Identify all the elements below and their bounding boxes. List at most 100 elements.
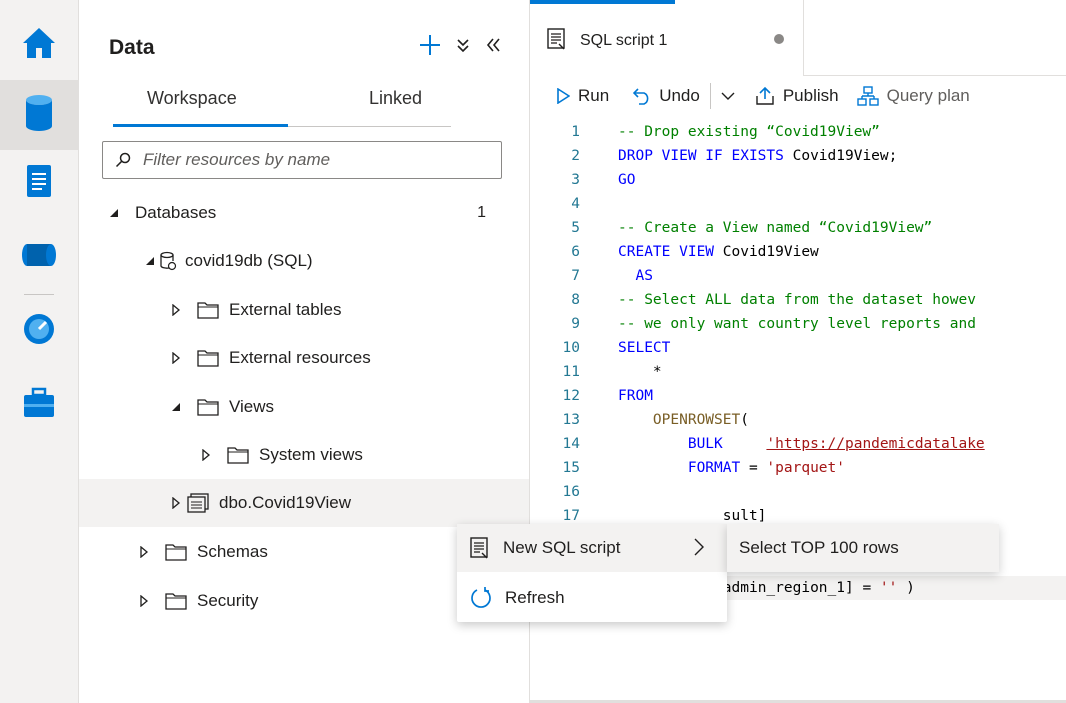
line-number: 17 (562, 508, 580, 524)
rail-data[interactable] (0, 80, 78, 150)
folder-icon (197, 398, 219, 416)
sql-database-icon (159, 251, 177, 271)
home-icon (20, 25, 58, 66)
code-comment: -- Drop existing “Covid19View” (618, 124, 880, 140)
database-icon (24, 93, 54, 138)
context-menu: New SQL script Refresh (457, 524, 727, 622)
tree-item-external-resources[interactable]: External resources (79, 334, 529, 382)
tab-sql-script-1[interactable]: SQL script 1 (530, 0, 804, 76)
rail-manage[interactable] (0, 370, 78, 440)
line-number: 10 (562, 340, 580, 356)
line-number: 14 (562, 436, 580, 452)
line-number: 1 (571, 124, 580, 140)
menu-item-select-top-100[interactable]: Select TOP 100 rows (739, 538, 899, 558)
line-number: 8 (571, 292, 580, 308)
folder-icon (165, 592, 187, 610)
line-number: 7 (571, 268, 580, 284)
undo-icon (633, 87, 651, 105)
rail-monitor[interactable] (0, 296, 78, 366)
activity-rail (0, 0, 79, 703)
sql-script-icon (469, 537, 491, 559)
rail-integrate[interactable] (0, 222, 78, 292)
expand-all-icon[interactable] (455, 37, 471, 58)
folder-icon (197, 349, 219, 367)
tree-item-databases[interactable]: Databases 1 (79, 189, 529, 237)
collapse-panel-icon[interactable] (485, 37, 501, 58)
folder-icon (197, 301, 219, 319)
folder-icon (227, 446, 249, 464)
caret-right-icon (199, 449, 213, 461)
code-line: 16 (530, 480, 1066, 504)
line-number: 4 (571, 196, 580, 212)
code-line: 12 FROM (530, 384, 1066, 408)
view-icon (187, 493, 209, 513)
tree-label: Schemas (197, 542, 268, 561)
menu-item-label: Refresh (505, 588, 565, 607)
tree-item-system-views[interactable]: System views (79, 431, 529, 479)
query-plan-label: Query plan (886, 86, 970, 105)
play-icon (556, 88, 570, 104)
rail-develop[interactable] (0, 148, 78, 218)
caret-right-icon (169, 497, 183, 509)
caret-right-icon (137, 546, 151, 558)
tree-label: covid19db (SQL) (185, 251, 313, 270)
panel-tabs: Workspace Linked (113, 88, 451, 128)
publish-label: Publish (782, 86, 839, 105)
editor-toolbar: Run Undo Publish Query plan (530, 76, 1066, 116)
menu-item-refresh[interactable]: Refresh (457, 574, 727, 622)
line-number: 13 (562, 412, 580, 428)
caret-right-icon (169, 352, 183, 364)
tree-label: External resources (229, 348, 371, 367)
undo-button[interactable]: Undo (633, 86, 700, 106)
code-line: 3 GO (530, 168, 1066, 192)
menu-item-label: New SQL script (503, 538, 621, 557)
document-icon (26, 164, 52, 203)
caret-right-icon (169, 304, 183, 316)
caret-down-icon (143, 256, 157, 266)
rail-home[interactable] (0, 10, 78, 80)
tab-selected-indicator (113, 124, 288, 127)
chevron-down-icon[interactable] (721, 91, 735, 101)
query-plan-button[interactable]: Query plan (856, 86, 970, 106)
run-button[interactable]: Run (556, 86, 609, 106)
doc-tab-title: SQL script 1 (580, 32, 668, 49)
tab-workspace[interactable]: Workspace (147, 88, 237, 109)
tree-label: System views (259, 445, 363, 464)
code-line: 4 (530, 192, 1066, 216)
code-line: 9 -- we only want country level reports a… (530, 312, 1066, 336)
unsaved-dot-icon (774, 34, 784, 44)
filter-input[interactable] (141, 149, 475, 171)
undo-label: Undo (659, 86, 700, 105)
filter-box[interactable] (102, 141, 502, 179)
code-line: 6 CREATE VIEW Covid19View (530, 240, 1066, 264)
tree-label: Views (229, 397, 275, 416)
panel-title: Data (109, 36, 155, 59)
caret-right-icon (137, 595, 151, 607)
code-line: 10 SELECT (530, 336, 1066, 360)
tree-item-covid19db[interactable]: covid19db (SQL) (79, 237, 529, 285)
code-line: 11 * (530, 360, 1066, 384)
code-line: 13 OPENROWSET( (530, 408, 1066, 432)
query-plan-icon (856, 86, 879, 106)
code-line: 1 -- Drop existing “Covid19View” (530, 120, 1066, 144)
line-number: 12 (562, 388, 580, 404)
pipeline-icon (21, 242, 57, 273)
tree-item-views[interactable]: Views (79, 383, 529, 431)
line-number: 3 (571, 172, 580, 188)
panel-actions (419, 34, 501, 61)
tree-label: Security (197, 591, 259, 610)
publish-button[interactable]: Publish (755, 86, 839, 106)
chevron-right-icon (693, 538, 705, 561)
caret-down-icon (107, 208, 121, 218)
tree-item-external-tables[interactable]: External tables (79, 286, 529, 334)
add-icon[interactable] (419, 34, 441, 61)
publish-icon (755, 86, 775, 106)
line-number: 2 (571, 148, 580, 164)
tab-linked[interactable]: Linked (369, 88, 422, 109)
submenu: Select TOP 100 rows (727, 524, 999, 572)
tree-label: Databases (135, 203, 217, 222)
database-count: 1 (477, 204, 486, 221)
toolbar-divider (709, 83, 711, 109)
tree-item-dbo-covid19view[interactable]: dbo.Covid19View (79, 479, 529, 527)
menu-item-new-sql-script[interactable]: New SQL script (457, 524, 727, 572)
